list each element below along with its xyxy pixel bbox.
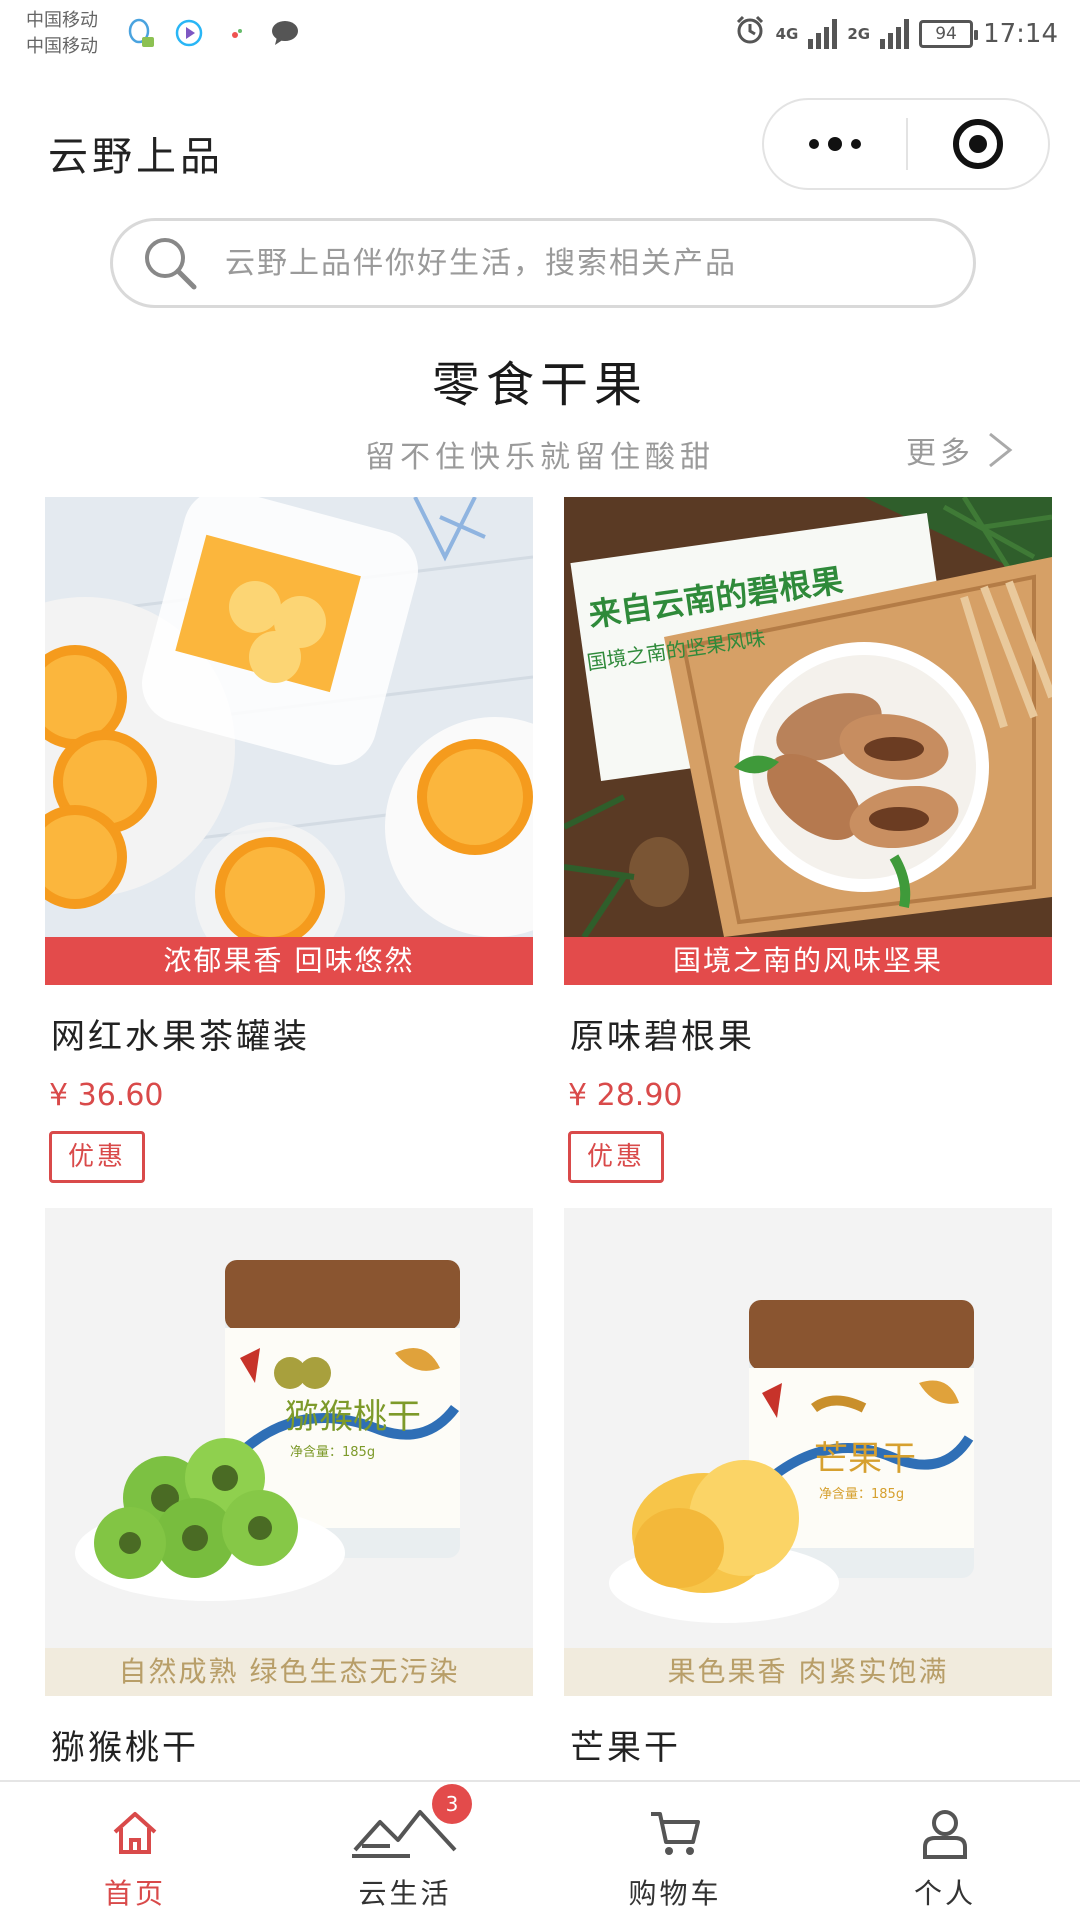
network-type-2: 2G bbox=[847, 24, 871, 43]
tab-cart[interactable]: 购物车 bbox=[540, 1782, 810, 1920]
tab-label: 云生活 bbox=[358, 1877, 452, 1910]
mini-program-capsule bbox=[762, 98, 1050, 190]
search-icon bbox=[139, 232, 201, 294]
battery-icon: 94 bbox=[919, 19, 979, 48]
dot-icon bbox=[828, 137, 842, 151]
discount-badge: 优惠 bbox=[568, 1131, 664, 1183]
product-name: 网红水果茶罐装 bbox=[51, 1017, 310, 1057]
search-bar[interactable] bbox=[110, 218, 976, 308]
carrier-1: 中国移动 bbox=[26, 10, 98, 31]
battery-level: 94 bbox=[935, 23, 957, 44]
tab-profile[interactable]: 个人 bbox=[810, 1782, 1080, 1920]
dot-icon bbox=[809, 139, 819, 149]
qq-icon bbox=[124, 16, 158, 50]
product-price: ¥ 28.90 bbox=[568, 1078, 683, 1113]
tab-label: 个人 bbox=[913, 1877, 976, 1910]
more-link[interactable]: 更多 bbox=[906, 428, 1016, 472]
message-icon bbox=[268, 16, 302, 50]
product-tagline: 国境之南的风味坚果 bbox=[564, 937, 1052, 985]
discount-badge: 优惠 bbox=[49, 1131, 145, 1183]
product-card[interactable]: 猕猴桃干 净含量：185g 自然成熟 绿色生态无污染 猕猴桃干 bbox=[45, 1208, 533, 1769]
person-icon bbox=[920, 1804, 970, 1862]
alarm-icon bbox=[734, 14, 766, 53]
product-tagline: 浓郁果香 回味悠然 bbox=[45, 937, 533, 985]
jar-label: 猕猴桃干 bbox=[285, 1397, 421, 1437]
net-weight: 净含量：185g bbox=[819, 1486, 904, 1502]
carrier-2: 中国移动 bbox=[26, 36, 98, 57]
more-menu-button[interactable] bbox=[764, 100, 906, 188]
product-card[interactable]: 来自云南的碧根果 国境之南的坚果风味 国境之南的风味坚果 原味碧根果 ¥ 28.… bbox=[564, 497, 1052, 1183]
bottom-tab-bar: 首页 云生活 3 购物车 个人 bbox=[0, 1780, 1080, 1920]
tab-label: 首页 bbox=[103, 1877, 166, 1910]
carrier-info: 中国移动 中国移动 bbox=[26, 8, 98, 60]
cart-icon bbox=[649, 1804, 701, 1862]
product-card[interactable]: 浓郁果香 回味悠然 网红水果茶罐装 ¥ 36.60 优惠 bbox=[45, 497, 533, 1183]
notification-badge: 3 bbox=[432, 1784, 472, 1824]
status-bar: 中国移动 中国移动 4G 2G 94 17:14 bbox=[0, 0, 1080, 76]
home-icon bbox=[110, 1804, 160, 1862]
product-name: 猕猴桃干 bbox=[51, 1728, 199, 1768]
section-title: 零食干果 bbox=[431, 357, 648, 413]
more-label: 更多 bbox=[906, 436, 974, 471]
signal-icon-2 bbox=[880, 18, 910, 49]
product-image: 来自云南的碧根果 国境之南的坚果风味 bbox=[564, 497, 1052, 937]
chevron-right-icon bbox=[989, 432, 1013, 468]
close-mini-program-button[interactable] bbox=[908, 100, 1048, 188]
tab-label: 购物车 bbox=[628, 1877, 722, 1910]
fruit-app-icon bbox=[220, 16, 254, 50]
product-card[interactable]: 芒果干 净含量：185g 果色果香 肉紧实饱满 芒果干 bbox=[564, 1208, 1052, 1769]
app-header: 云野上品 bbox=[0, 90, 1080, 200]
jar-label: 芒果干 bbox=[814, 1439, 916, 1479]
clock: 17:14 bbox=[983, 18, 1058, 49]
system-status: 4G 2G 94 17:14 bbox=[734, 14, 1058, 53]
product-image: 芒果干 净含量：185g bbox=[564, 1208, 1052, 1648]
product-tagline: 果色果香 肉紧实饱满 bbox=[564, 1648, 1052, 1696]
dot-icon bbox=[851, 139, 861, 149]
tab-home[interactable]: 首页 bbox=[0, 1782, 270, 1920]
product-tagline: 自然成熟 绿色生态无污染 bbox=[45, 1648, 533, 1696]
signal-icon-1 bbox=[808, 18, 838, 49]
product-price: ¥ 36.60 bbox=[49, 1078, 164, 1113]
product-name: 原味碧根果 bbox=[570, 1017, 755, 1057]
product-name: 芒果干 bbox=[570, 1728, 681, 1768]
target-icon bbox=[952, 119, 1003, 169]
product-image bbox=[45, 497, 533, 937]
play-icon bbox=[172, 16, 206, 50]
tab-cloud-life[interactable]: 云生活 3 bbox=[270, 1782, 540, 1920]
page-title: 云野上品 bbox=[48, 134, 224, 180]
network-type-1: 4G bbox=[775, 24, 799, 43]
net-weight: 净含量：185g bbox=[290, 1444, 375, 1460]
search-input[interactable] bbox=[225, 245, 905, 281]
product-image: 猕猴桃干 净含量：185g bbox=[45, 1208, 533, 1648]
notification-icons bbox=[124, 16, 302, 50]
